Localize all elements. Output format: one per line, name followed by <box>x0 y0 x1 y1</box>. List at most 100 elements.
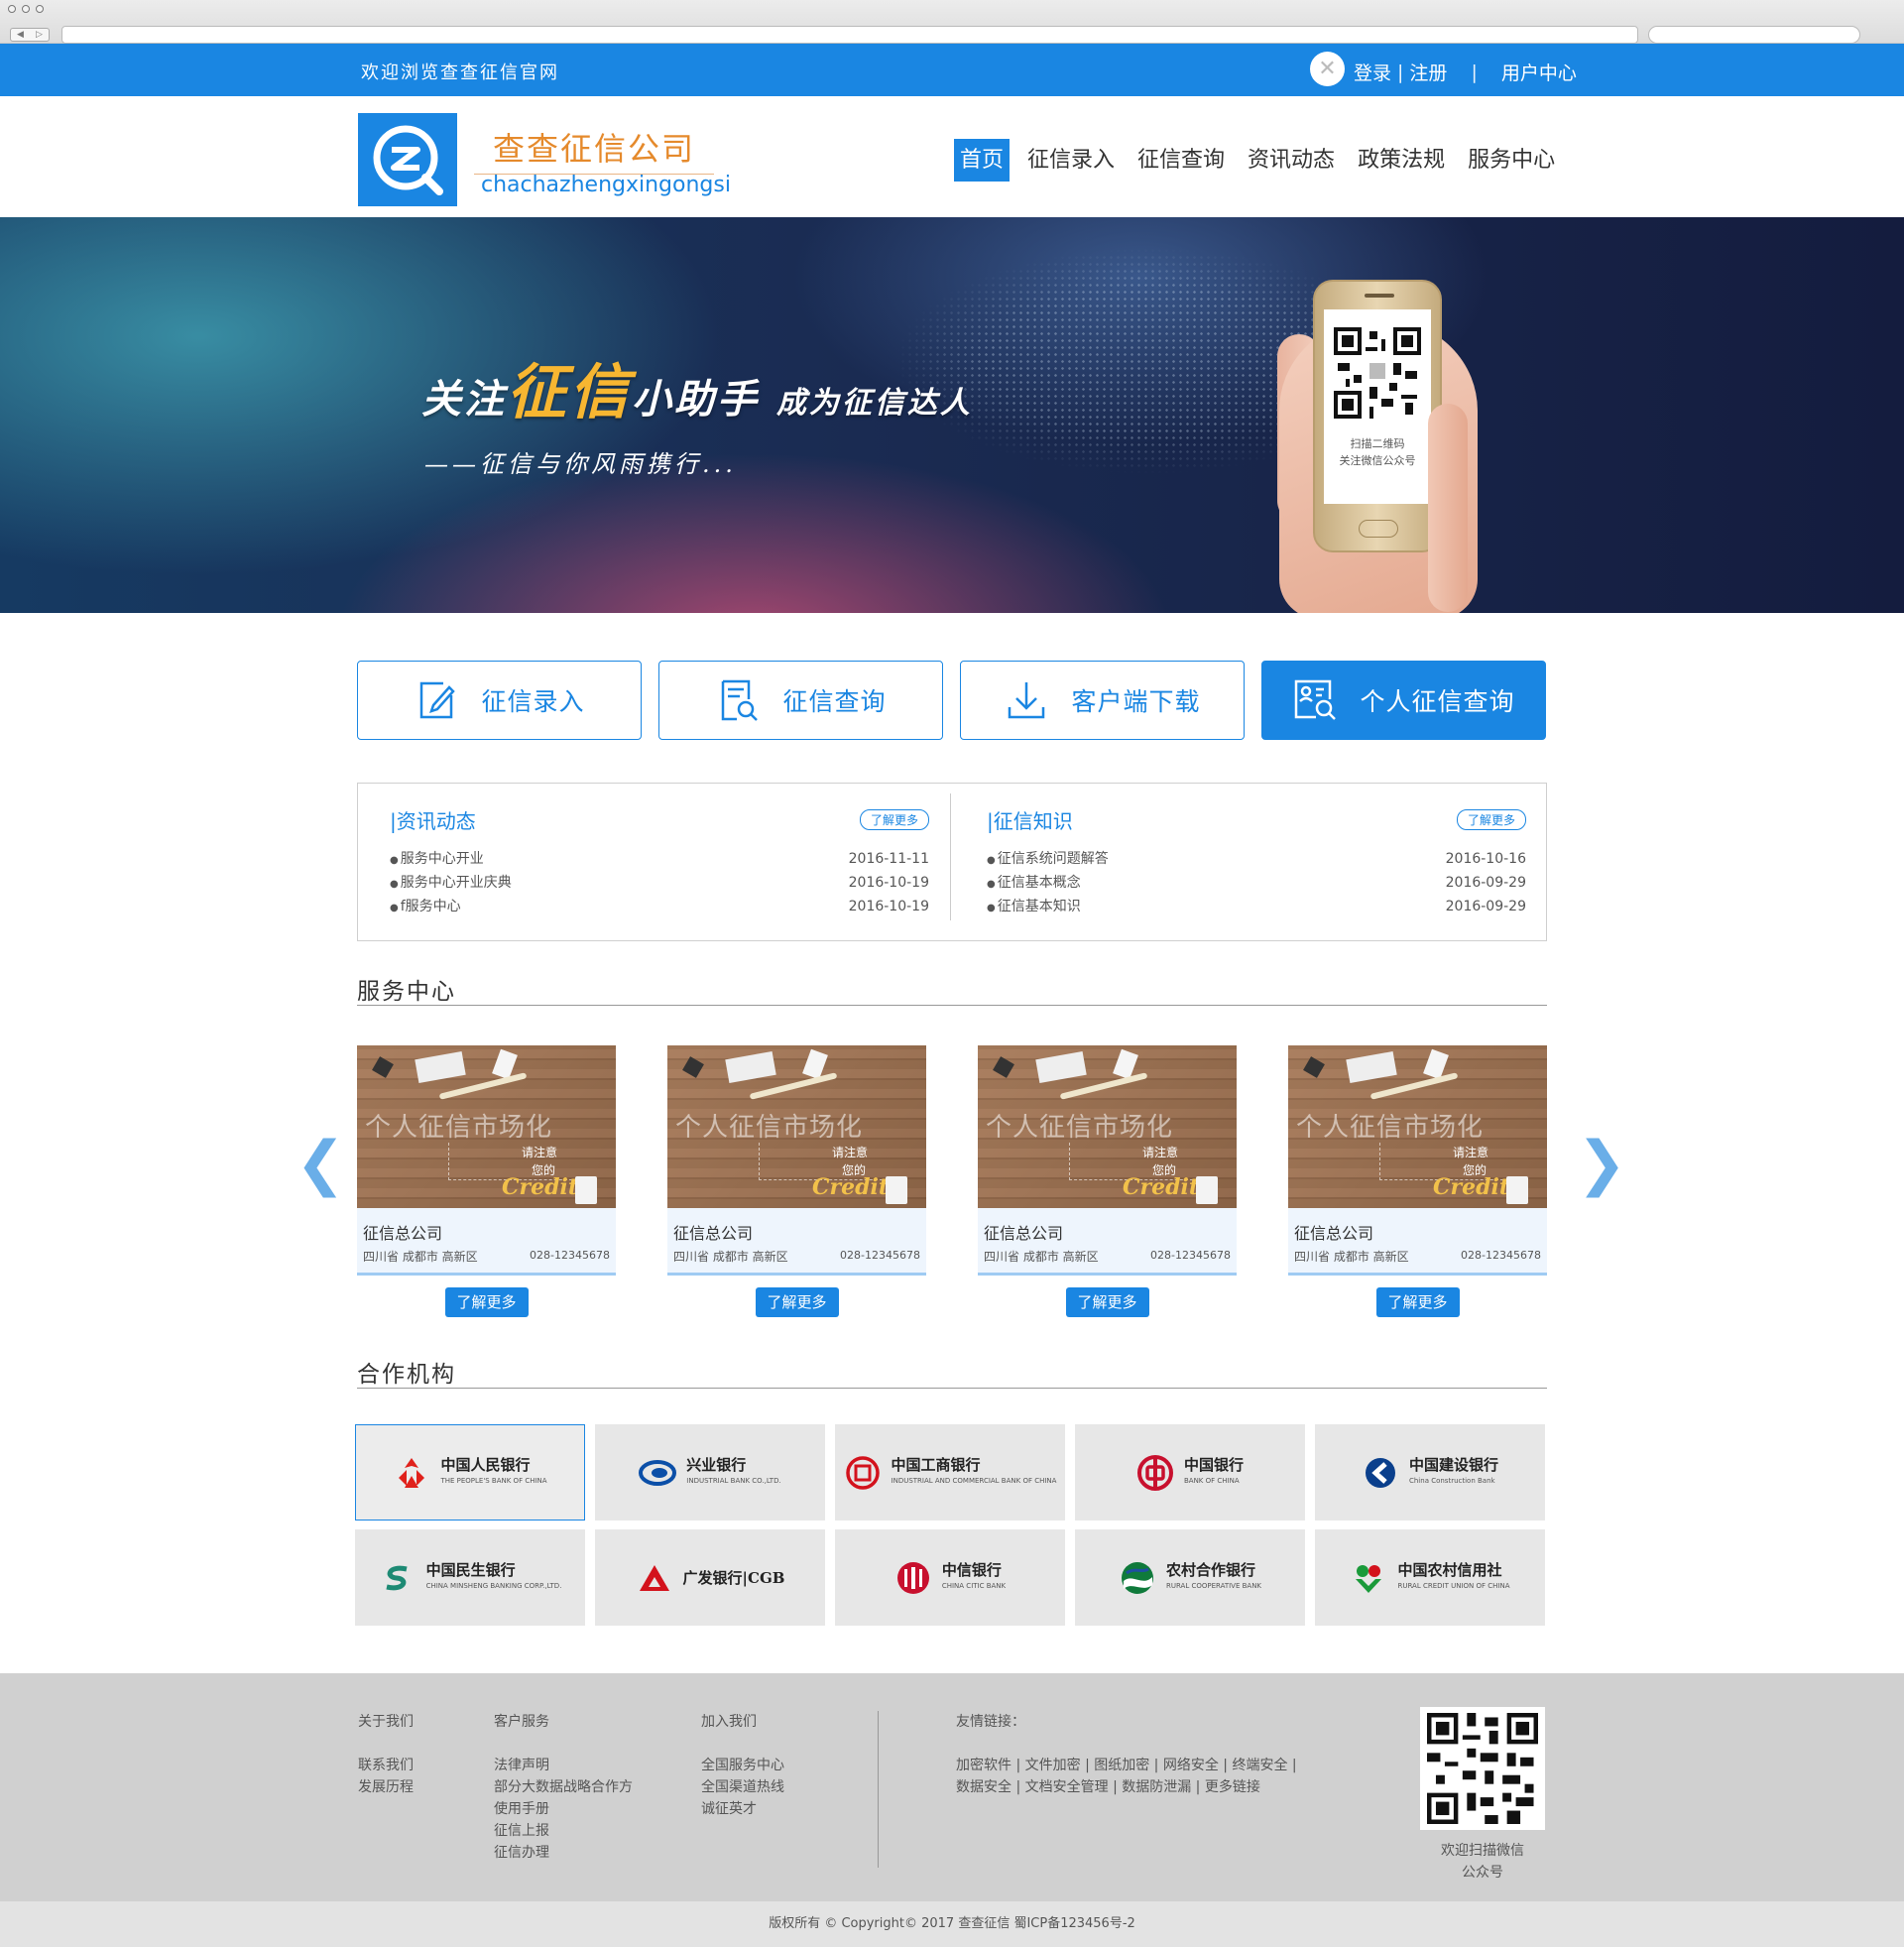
card-phone: 028-12345678 <box>840 1249 920 1262</box>
service-card[interactable]: 个人征信市场化 请注意 您的 Credit 征信总公司 四川省 成都市 高新区 … <box>1288 1045 1547 1317</box>
back-icon[interactable]: ◀ <box>17 30 24 40</box>
footer-link[interactable]: 法律声明 <box>494 1755 633 1776</box>
partner-logo[interactable]: 中国农村信用社 RURAL CREDIT UNION OF CHINA <box>1315 1529 1545 1626</box>
partner-name: 中国建设银行 China Construction Bank <box>1408 1455 1498 1485</box>
list-item[interactable]: 服务中心开业庆典2016-10-19 <box>390 871 929 895</box>
list-item[interactable]: 征信基本概念2016-09-29 <box>987 871 1526 895</box>
footer-link[interactable]: 征信办理 <box>494 1842 633 1864</box>
learn-more-button[interactable]: 了解更多 <box>755 1287 839 1317</box>
service-cards: 个人征信市场化 请注意 您的 Credit 征信总公司 四川省 成都市 高新区 … <box>357 1045 1547 1317</box>
logo-subtitle: chachazhengxingongsi <box>481 173 731 197</box>
learn-more-button[interactable]: 了解更多 <box>1375 1287 1460 1317</box>
service-card[interactable]: 个人征信市场化 请注意 您的 Credit 征信总公司 四川省 成都市 高新区 … <box>357 1045 616 1317</box>
footer-link[interactable]: 联系我们 <box>358 1755 414 1776</box>
browser-search-field[interactable] <box>1648 26 1860 44</box>
partner-logo[interactable]: 中国工商银行 INDUSTRIAL AND COMMERCIAL BANK OF… <box>835 1424 1065 1521</box>
footer-link[interactable]: 使用手册 <box>494 1798 633 1820</box>
friendly-links: 友情链接： 加密软件 | 文件加密 | 图纸加密 | 网络安全 | 终端安全 |… <box>956 1711 1333 1798</box>
nav-item-news[interactable]: 资讯动态 <box>1243 139 1340 182</box>
partner-logo[interactable]: 中国民生银行 CHINA MINSHENG BANKING CORP.,LTD. <box>355 1529 585 1626</box>
friendly-links-row[interactable]: 加密软件 | 文件加密 | 图纸加密 | 网络安全 | 终端安全 | <box>956 1755 1333 1776</box>
window-close-button[interactable] <box>8 5 16 13</box>
carousel-next-button[interactable]: ❯ <box>1577 1129 1626 1198</box>
card-phone: 028-12345678 <box>1461 1249 1541 1262</box>
footer-link[interactable]: 全国服务中心 <box>701 1755 784 1776</box>
calculator-icon <box>886 1176 907 1204</box>
footer-link[interactable]: 诚征英才 <box>701 1798 784 1820</box>
partner-logo[interactable]: 广发银行|CGB <box>595 1529 825 1626</box>
nav-item-credit-query[interactable]: 征信查询 <box>1132 139 1230 182</box>
nav-item-policy[interactable]: 政策法规 <box>1353 139 1450 182</box>
rcu-logo-icon <box>1350 1559 1387 1597</box>
knowledge-more-button[interactable]: 了解更多 <box>1456 809 1526 830</box>
document-search-icon <box>722 679 759 721</box>
pboc-logo-icon <box>393 1454 430 1492</box>
service-card[interactable]: 个人征信市场化 请注意 您的 Credit 征信总公司 四川省 成都市 高新区 … <box>978 1045 1237 1317</box>
footer-link[interactable]: 发展历程 <box>358 1776 414 1798</box>
personal-credit-query-button[interactable]: 个人征信查询 <box>1261 661 1546 740</box>
user-center-link[interactable]: 用户中心 <box>1501 59 1577 85</box>
separator: | <box>1471 61 1478 83</box>
carousel-prev-button[interactable]: ❮ <box>296 1129 345 1198</box>
friendly-links-row[interactable]: 数据安全 | 文档安全管理 | 数据防泄漏 | 更多链接 <box>956 1776 1333 1798</box>
partner-logo[interactable]: 中国建设银行 China Construction Bank <box>1315 1424 1545 1521</box>
knowledge-column: |征信知识 了解更多 征信系统问题解答2016-10-16 征信基本概念2016… <box>987 784 1542 940</box>
partner-logo[interactable]: 中国人民银行 THE PEOPLE'S BANK OF CHINA <box>355 1424 585 1521</box>
browser-nav-buttons[interactable]: ◀ ▷ <box>10 28 50 42</box>
boc-logo-icon <box>1136 1454 1174 1492</box>
cmbc-logo-icon <box>379 1559 416 1597</box>
window-zoom-button[interactable] <box>36 5 44 13</box>
forward-icon[interactable]: ▷ <box>36 30 43 40</box>
service-card[interactable]: 个人征信市场化 请注意 您的 Credit 征信总公司 四川省 成都市 高新区 … <box>667 1045 926 1317</box>
footer-link[interactable]: 征信上报 <box>494 1820 633 1842</box>
nav-item-credit-entry[interactable]: 征信录入 <box>1022 139 1120 182</box>
list-item[interactable]: 征信系统问题解答2016-10-16 <box>987 847 1526 871</box>
address-bar[interactable] <box>61 26 1638 44</box>
list-item[interactable]: 征信基本知识2016-09-29 <box>987 895 1526 918</box>
cgb-logo-icon <box>636 1559 673 1597</box>
knowledge-list: 征信系统问题解答2016-10-16 征信基本概念2016-09-29 征信基本… <box>987 847 1526 918</box>
footer-link[interactable]: 全国渠道热线 <box>701 1776 784 1798</box>
footer-link[interactable]: 部分大数据战略合作方 <box>494 1776 633 1798</box>
card-title: 征信总公司 <box>984 1224 1064 1243</box>
site-header: 查查征信公司 chachazhengxingongsi 首页 征信录入 征信查询… <box>0 96 1904 217</box>
calculator-icon <box>575 1176 597 1204</box>
nav-item-service-center[interactable]: 服务中心 <box>1463 139 1560 182</box>
login-link[interactable]: 登录 <box>1354 59 1391 85</box>
news-column: |资讯动态 了解更多 服务中心开业2016-11-11 服务中心开业庆典2016… <box>390 784 945 940</box>
id-card-search-icon <box>1295 679 1337 720</box>
user-avatar-icon[interactable]: ✕ <box>1310 52 1345 86</box>
learn-more-button[interactable]: 了解更多 <box>444 1287 529 1317</box>
partner-name: 中信银行 CHINA CITIC BANK <box>941 1560 1007 1590</box>
card-title: 征信总公司 <box>673 1224 754 1243</box>
nav-item-home[interactable]: 首页 <box>954 139 1011 182</box>
partner-name: 中国人民银行 THE PEOPLE'S BANK OF CHINA <box>440 1455 547 1485</box>
card-title: 征信总公司 <box>363 1224 443 1243</box>
partner-logo[interactable]: 中国银行 BANK OF CHINA <box>1075 1424 1305 1521</box>
qr-code-icon <box>1334 327 1421 419</box>
learn-more-button[interactable]: 了解更多 <box>1065 1287 1149 1317</box>
account-links: 登录 | 注册 | 用户中心 <box>1354 59 1577 85</box>
list-item[interactable]: f服务中心2016-10-19 <box>390 895 929 918</box>
citic-logo-icon <box>894 1559 932 1597</box>
list-item[interactable]: 服务中心开业2016-11-11 <box>390 847 929 871</box>
register-link[interactable]: 注册 <box>1409 59 1447 85</box>
logo-icon[interactable] <box>358 113 457 206</box>
partner-logos: 中国人民银行 THE PEOPLE'S BANK OF CHINA 兴业银行 I… <box>355 1424 1549 1635</box>
news-more-button[interactable]: 了解更多 <box>859 809 929 830</box>
footer-col-about: 关于我们 联系我们 发展历程 <box>358 1711 414 1798</box>
card-address: 四川省 成都市 高新区 <box>363 1250 478 1264</box>
divider <box>950 793 951 920</box>
credit-entry-button[interactable]: 征信录入 <box>357 661 642 740</box>
credit-query-button[interactable]: 征信查询 <box>658 661 943 740</box>
partner-logo[interactable]: 兴业银行 INDUSTRIAL BANK CO.,LTD. <box>595 1424 825 1521</box>
card-address: 四川省 成都市 高新区 <box>984 1250 1099 1264</box>
partner-logo[interactable]: 农村合作银行 RURAL COOPERATIVE BANK <box>1075 1529 1305 1626</box>
client-download-button[interactable]: 客户端下载 <box>960 661 1245 740</box>
top-bar: 欢迎浏览查查征信官网 ✕ 登录 | 注册 | 用户中心 <box>0 44 1904 96</box>
window-minimize-button[interactable] <box>22 5 30 13</box>
quick-actions: 征信录入 征信查询 客户端下载 个人征信查询 <box>357 661 1546 740</box>
news-list: 服务中心开业2016-11-11 服务中心开业庆典2016-10-19 f服务中… <box>390 847 929 918</box>
partner-logo[interactable]: 中信银行 CHINA CITIC BANK <box>835 1529 1065 1626</box>
partner-name: 兴业银行 INDUSTRIAL BANK CO.,LTD. <box>686 1455 781 1485</box>
